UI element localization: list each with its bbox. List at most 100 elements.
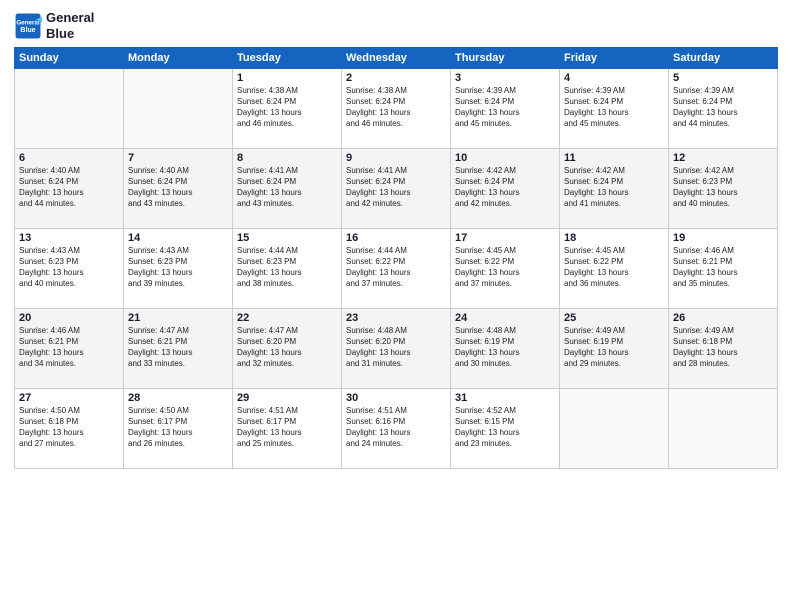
- weekday-thursday: Thursday: [451, 48, 560, 69]
- day-number: 14: [128, 232, 228, 244]
- table-row: 8 Sunrise: 4:41 AM Sunset: 6:24 PM Daylig…: [233, 149, 342, 229]
- table-row: 24 Sunrise: 4:48 AM Sunset: 6:19 PM Dayli…: [451, 309, 560, 389]
- day-info: Sunrise: 4:43 AM Sunset: 6:23 PM Dayligh…: [128, 246, 228, 289]
- weekday-saturday: Saturday: [669, 48, 778, 69]
- day-number: 11: [564, 152, 664, 164]
- logo: General Blue General Blue: [14, 10, 94, 41]
- header: General Blue General Blue: [14, 10, 778, 41]
- day-number: 3: [455, 72, 555, 84]
- day-number: 27: [19, 392, 119, 404]
- calendar: SundayMondayTuesdayWednesdayThursdayFrid…: [14, 47, 778, 469]
- table-row: 29 Sunrise: 4:51 AM Sunset: 6:17 PM Dayli…: [233, 389, 342, 469]
- day-number: 25: [564, 312, 664, 324]
- calendar-row-2: 13 Sunrise: 4:43 AM Sunset: 6:23 PM Dayli…: [15, 229, 778, 309]
- table-row: 2 Sunrise: 4:38 AM Sunset: 6:24 PM Daylig…: [342, 69, 451, 149]
- weekday-wednesday: Wednesday: [342, 48, 451, 69]
- day-info: Sunrise: 4:47 AM Sunset: 6:20 PM Dayligh…: [237, 326, 337, 369]
- table-row: [15, 69, 124, 149]
- day-info: Sunrise: 4:40 AM Sunset: 6:24 PM Dayligh…: [128, 166, 228, 209]
- day-number: 8: [237, 152, 337, 164]
- day-info: Sunrise: 4:48 AM Sunset: 6:19 PM Dayligh…: [455, 326, 555, 369]
- day-number: 18: [564, 232, 664, 244]
- day-info: Sunrise: 4:51 AM Sunset: 6:17 PM Dayligh…: [237, 406, 337, 449]
- day-number: 28: [128, 392, 228, 404]
- day-info: Sunrise: 4:46 AM Sunset: 6:21 PM Dayligh…: [673, 246, 773, 289]
- logo-icon: General Blue: [14, 12, 42, 40]
- day-info: Sunrise: 4:43 AM Sunset: 6:23 PM Dayligh…: [19, 246, 119, 289]
- table-row: 3 Sunrise: 4:39 AM Sunset: 6:24 PM Daylig…: [451, 69, 560, 149]
- day-info: Sunrise: 4:39 AM Sunset: 6:24 PM Dayligh…: [564, 86, 664, 129]
- table-row: 17Sunrise: 4:45 AM Sunset: 6:22 PM Dayli…: [451, 229, 560, 309]
- table-row: 6Sunrise: 4:40 AM Sunset: 6:24 PM Daylig…: [15, 149, 124, 229]
- table-row: 11 Sunrise: 4:42 AM Sunset: 6:24 PM Dayli…: [560, 149, 669, 229]
- day-info: Sunrise: 4:39 AM Sunset: 6:24 PM Dayligh…: [455, 86, 555, 129]
- table-row: 31 Sunrise: 4:52 AM Sunset: 6:15 PM Dayli…: [451, 389, 560, 469]
- table-row: 23 Sunrise: 4:48 AM Sunset: 6:20 PM Dayli…: [342, 309, 451, 389]
- table-row: 21 Sunrise: 4:47 AM Sunset: 6:21 PM Dayli…: [124, 309, 233, 389]
- day-info: Sunrise: 4:47 AM Sunset: 6:21 PM Dayligh…: [128, 326, 228, 369]
- day-number: 4: [564, 72, 664, 84]
- table-row: 26 Sunrise: 4:49 AM Sunset: 6:18 PM Dayli…: [669, 309, 778, 389]
- table-row: 1 Sunrise: 4:38 AM Sunset: 6:24 PM Daylig…: [233, 69, 342, 149]
- day-number: 9: [346, 152, 446, 164]
- day-info: Sunrise: 4:45 AM Sunset: 6:22 PM Dayligh…: [564, 246, 664, 289]
- day-info: Sunrise: 4:41 AM Sunset: 6:24 PM Dayligh…: [346, 166, 446, 209]
- day-number: 10: [455, 152, 555, 164]
- day-number: 15: [237, 232, 337, 244]
- day-info: Sunrise: 4:50 AM Sunset: 6:18 PM Dayligh…: [19, 406, 119, 449]
- table-row: 18 Sunrise: 4:45 AM Sunset: 6:22 PM Dayli…: [560, 229, 669, 309]
- day-info: Sunrise: 4:44 AM Sunset: 6:22 PM Dayligh…: [346, 246, 446, 289]
- day-number: 26: [673, 312, 773, 324]
- day-info: Sunrise: 4:42 AM Sunset: 6:24 PM Dayligh…: [455, 166, 555, 209]
- day-number: 30: [346, 392, 446, 404]
- day-info: Sunrise: 4:48 AM Sunset: 6:20 PM Dayligh…: [346, 326, 446, 369]
- day-info: Sunrise: 4:38 AM Sunset: 6:24 PM Dayligh…: [346, 86, 446, 129]
- table-row: 16Sunrise: 4:44 AM Sunset: 6:22 PM Dayli…: [342, 229, 451, 309]
- day-number: 5: [673, 72, 773, 84]
- day-number: 24: [455, 312, 555, 324]
- day-number: 22: [237, 312, 337, 324]
- table-row: 25 Sunrise: 4:49 AM Sunset: 6:19 PM Dayli…: [560, 309, 669, 389]
- table-row: 4 Sunrise: 4:39 AM Sunset: 6:24 PM Daylig…: [560, 69, 669, 149]
- day-number: 12: [673, 152, 773, 164]
- day-number: 23: [346, 312, 446, 324]
- table-row: 27 Sunrise: 4:50 AM Sunset: 6:18 PM Dayli…: [15, 389, 124, 469]
- day-info: Sunrise: 4:41 AM Sunset: 6:24 PM Dayligh…: [237, 166, 337, 209]
- weekday-tuesday: Tuesday: [233, 48, 342, 69]
- day-info: Sunrise: 4:44 AM Sunset: 6:23 PM Dayligh…: [237, 246, 337, 289]
- table-row: 15 Sunrise: 4:44 AM Sunset: 6:23 PM Dayli…: [233, 229, 342, 309]
- day-info: Sunrise: 4:42 AM Sunset: 6:23 PM Dayligh…: [673, 166, 773, 209]
- day-number: 13: [19, 232, 119, 244]
- weekday-monday: Monday: [124, 48, 233, 69]
- day-info: Sunrise: 4:49 AM Sunset: 6:19 PM Dayligh…: [564, 326, 664, 369]
- day-info: Sunrise: 4:38 AM Sunset: 6:24 PM Dayligh…: [237, 86, 337, 129]
- svg-text:General: General: [16, 19, 39, 26]
- day-number: 7: [128, 152, 228, 164]
- table-row: 13 Sunrise: 4:43 AM Sunset: 6:23 PM Dayli…: [15, 229, 124, 309]
- day-number: 29: [237, 392, 337, 404]
- logo-text: General Blue: [46, 10, 94, 41]
- day-info: Sunrise: 4:49 AM Sunset: 6:18 PM Dayligh…: [673, 326, 773, 369]
- table-row: 14 Sunrise: 4:43 AM Sunset: 6:23 PM Dayli…: [124, 229, 233, 309]
- day-number: 2: [346, 72, 446, 84]
- calendar-row-3: 20Sunrise: 4:46 AM Sunset: 6:21 PM Dayli…: [15, 309, 778, 389]
- day-number: 17: [455, 232, 555, 244]
- table-row: 9 Sunrise: 4:41 AM Sunset: 6:24 PM Daylig…: [342, 149, 451, 229]
- day-info: Sunrise: 4:42 AM Sunset: 6:24 PM Dayligh…: [564, 166, 664, 209]
- table-row: 30 Sunrise: 4:51 AM Sunset: 6:16 PM Dayli…: [342, 389, 451, 469]
- day-number: 1: [237, 72, 337, 84]
- day-info: Sunrise: 4:40 AM Sunset: 6:24 PM Dayligh…: [19, 166, 119, 209]
- day-info: Sunrise: 4:52 AM Sunset: 6:15 PM Dayligh…: [455, 406, 555, 449]
- calendar-row-1: 6Sunrise: 4:40 AM Sunset: 6:24 PM Daylig…: [15, 149, 778, 229]
- table-row: [560, 389, 669, 469]
- table-row: 7 Sunrise: 4:40 AM Sunset: 6:24 PM Daylig…: [124, 149, 233, 229]
- table-row: [124, 69, 233, 149]
- table-row: [669, 389, 778, 469]
- day-number: 31: [455, 392, 555, 404]
- day-info: Sunrise: 4:51 AM Sunset: 6:16 PM Dayligh…: [346, 406, 446, 449]
- table-row: 12 Sunrise: 4:42 AM Sunset: 6:23 PM Dayli…: [669, 149, 778, 229]
- day-number: 21: [128, 312, 228, 324]
- day-info: Sunrise: 4:46 AM Sunset: 6:21 PM Dayligh…: [19, 326, 119, 369]
- table-row: 28Sunrise: 4:50 AM Sunset: 6:17 PM Dayli…: [124, 389, 233, 469]
- day-info: Sunrise: 4:39 AM Sunset: 6:24 PM Dayligh…: [673, 86, 773, 129]
